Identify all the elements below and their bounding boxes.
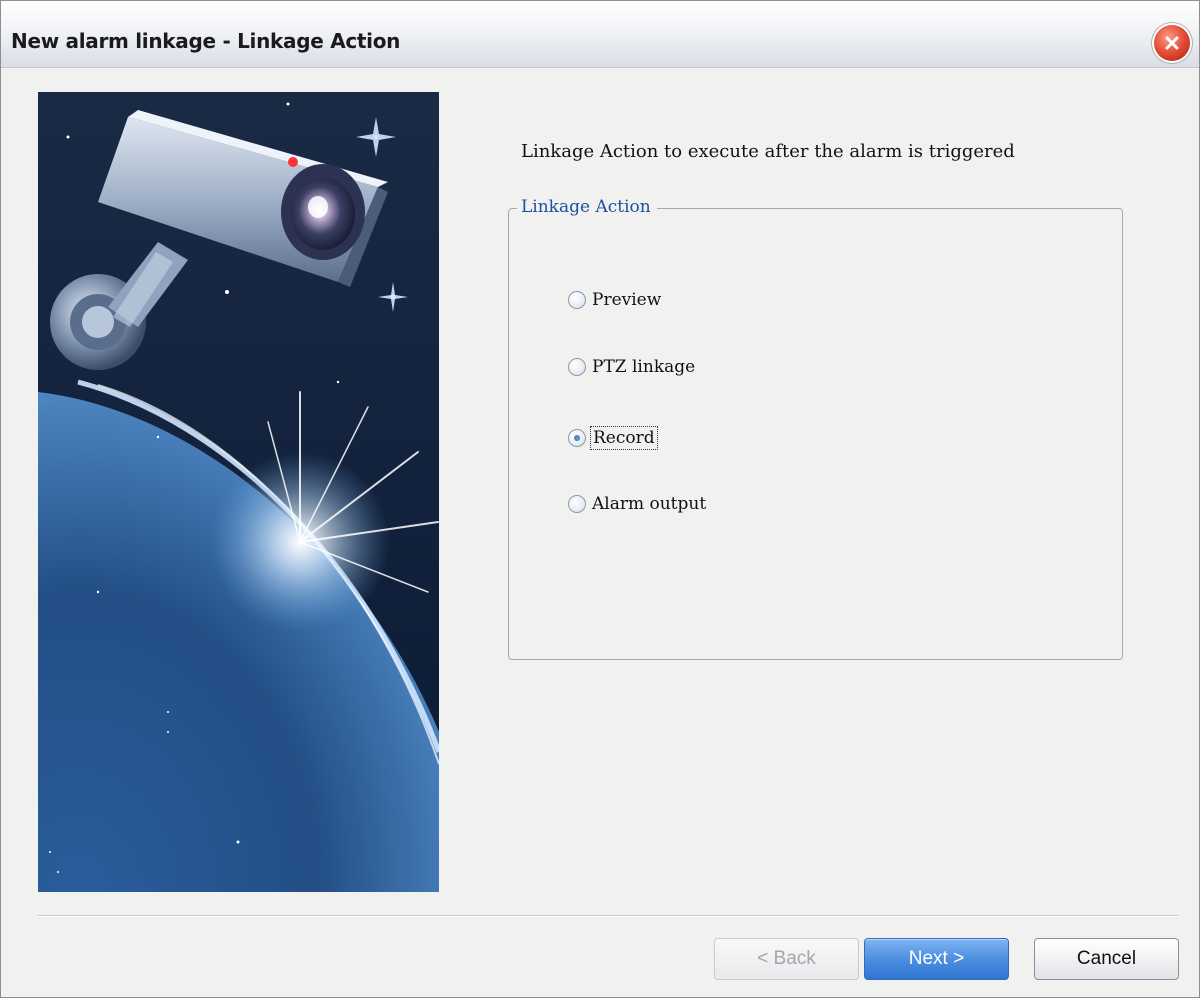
option-record[interactable]: Record [568, 424, 658, 452]
radio-alarm-output[interactable] [568, 495, 586, 513]
radio-preview[interactable] [568, 291, 586, 309]
next-button[interactable]: Next > [864, 938, 1009, 980]
option-alarm-output[interactable]: Alarm output [568, 490, 708, 518]
option-label: PTZ linkage [592, 357, 696, 377]
radio-ptz-linkage[interactable] [568, 358, 586, 376]
close-button[interactable] [1154, 25, 1190, 61]
window-title: New alarm linkage - Linkage Action [11, 29, 401, 53]
cancel-button[interactable]: Cancel [1034, 938, 1179, 980]
option-label: Alarm output [592, 494, 707, 514]
back-button[interactable]: < Back [714, 938, 859, 980]
group-label: Linkage Action [517, 197, 657, 217]
divider [38, 915, 1178, 917]
option-label: Record [590, 426, 658, 450]
banner-image [38, 92, 439, 892]
title-bar[interactable]: New alarm linkage - Linkage Action [1, 1, 1199, 68]
option-ptz-linkage[interactable]: PTZ linkage [568, 353, 697, 381]
option-label: Preview [592, 290, 662, 310]
dialog-window: New alarm linkage - Linkage Action Linka… [0, 0, 1200, 998]
security-camera-illustration [38, 92, 439, 892]
close-icon [1165, 36, 1179, 50]
radio-record[interactable] [568, 429, 586, 447]
option-preview[interactable]: Preview [568, 286, 663, 314]
instruction-text: Linkage Action to execute after the alar… [521, 141, 1015, 162]
